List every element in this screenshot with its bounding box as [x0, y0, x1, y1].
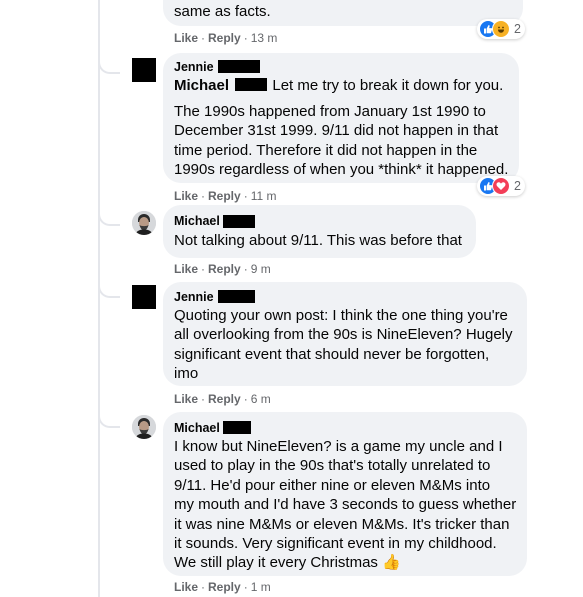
comment-text: it was nine M&Ms or eleven M&Ms. It's tr… — [174, 515, 510, 533]
redacted-surname — [218, 290, 255, 303]
comment-text: December 31st 1999. 9/11 did not happen … — [174, 122, 499, 140]
comment-text: The 1990s happened from January 1st 1990… — [174, 103, 486, 120]
avatar[interactable] — [132, 58, 156, 82]
comment-text: Not talking about 9/11. This was before … — [174, 232, 462, 249]
love-icon — [492, 177, 510, 195]
comment-first-line: Michael Let me try to break it down for … — [174, 76, 503, 95]
comment-text: 9/11. He'd pour either nine or eleven M&… — [174, 476, 491, 494]
comment-text: Quoting your own post: I think the one t… — [174, 307, 508, 324]
comment-author[interactable]: Jennie — [174, 290, 214, 304]
reply-action[interactable]: Reply — [208, 262, 241, 276]
comment-text: I know but NineEleven? is a game my uncl… — [174, 438, 503, 455]
reply-action[interactable]: Reply — [208, 580, 241, 594]
thread-branch — [98, 274, 120, 298]
redacted-surname — [218, 60, 260, 73]
user-photo-icon — [132, 415, 156, 439]
like-action[interactable]: Like — [174, 580, 198, 594]
reply-action[interactable]: Reply — [208, 31, 241, 45]
mention-tag[interactable]: Michael — [174, 77, 229, 94]
haha-icon — [492, 20, 510, 38]
thread-connector-line — [98, 0, 100, 597]
comment-timestamp[interactable]: 6 m — [251, 392, 271, 406]
like-action[interactable]: Like — [174, 262, 198, 276]
comment-text: all overlooking from the 90s is NineElev… — [174, 326, 513, 344]
comment-author[interactable]: Michael — [174, 214, 220, 228]
comment-author[interactable]: Jennie — [174, 60, 214, 74]
redacted-surname — [223, 215, 255, 228]
comment-timestamp[interactable]: 13 m — [251, 31, 278, 45]
comment-text: same as facts. — [174, 3, 271, 20]
reply-action[interactable]: Reply — [208, 189, 241, 203]
comment-text: imo — [174, 365, 199, 383]
thread-branch — [98, 404, 120, 428]
reply-action[interactable]: Reply — [208, 392, 241, 406]
comment-text: time period. Therefore it did not happen… — [174, 141, 478, 159]
comment-actions: Like · Reply · 11 m — [174, 189, 277, 203]
thread-branch — [98, 202, 120, 226]
comment-actions: Like · Reply · 1 m — [174, 580, 271, 594]
like-action[interactable]: Like — [174, 31, 198, 45]
redacted-surname — [235, 78, 268, 91]
comment-timestamp[interactable]: 1 m — [251, 580, 271, 594]
comment-author[interactable]: Michael — [174, 421, 220, 435]
comment-actions: Like · Reply · 6 m — [174, 392, 271, 406]
user-photo-icon — [132, 211, 156, 235]
comment-text: 1990s regardless of when you *think* it … — [174, 161, 509, 179]
avatar[interactable] — [132, 285, 156, 309]
comment-text: used to play in the 90s that's totally u… — [174, 457, 491, 475]
reaction-summary[interactable]: 2 — [477, 19, 525, 39]
avatar[interactable] — [132, 211, 156, 235]
comment-text: it sounds. Very significant event in my … — [174, 535, 497, 552]
redacted-surname — [223, 421, 251, 434]
comment-timestamp[interactable]: 9 m — [251, 262, 271, 276]
like-action[interactable]: Like — [174, 189, 198, 203]
comment-text: significant event that should never be f… — [174, 345, 490, 363]
comment-timestamp[interactable]: 11 m — [251, 189, 277, 203]
reaction-count: 2 — [514, 22, 521, 36]
comment-text: my mouth and I'd have 3 seconds to guess… — [174, 496, 517, 514]
avatar[interactable] — [132, 415, 156, 439]
reaction-count: 2 — [514, 179, 521, 193]
thread-branch — [98, 50, 120, 74]
comment-actions: Like · Reply · 13 m — [174, 31, 278, 45]
comment-actions: Like · Reply · 9 m — [174, 262, 271, 276]
comment-text: Let me try to break it down for you. — [272, 77, 504, 94]
reaction-summary[interactable]: 2 — [477, 176, 525, 196]
like-action[interactable]: Like — [174, 392, 198, 406]
comment-text: We still play it every Christmas 👍 — [174, 554, 401, 572]
